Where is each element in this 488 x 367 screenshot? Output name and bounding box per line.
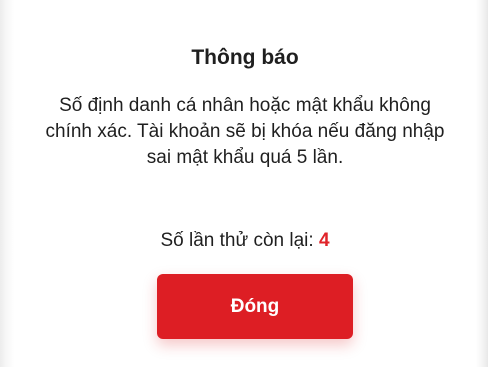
attempts-count: 4 [318,230,330,251]
backdrop-left [0,0,14,367]
attempts-label: Số lần thử còn lại: [160,230,314,251]
notification-dialog: Thông báo Số định danh cá nhân hoặc mật … [14,0,476,367]
close-button[interactable]: Đóng [157,274,353,339]
attempts-remaining: Số lần thử còn lại: 4 [14,228,476,254]
dialog-message: Số định danh cá nhân hoặc mật khẩu không… [45,95,445,168]
screen: Thông báo Số định danh cá nhân hoặc mật … [0,0,488,367]
dialog-title: Thông báo [191,46,299,69]
backdrop-right [476,0,488,367]
